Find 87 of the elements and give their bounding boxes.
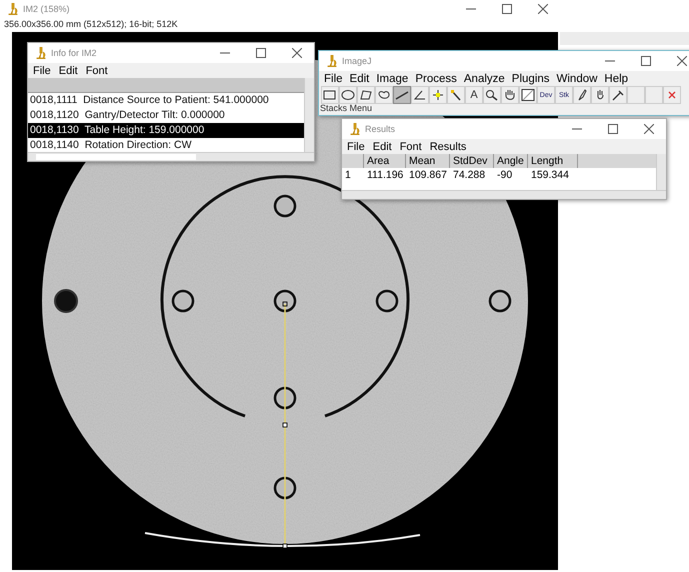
- menu-item[interactable]: File: [324, 72, 343, 84]
- microscope-icon: [327, 55, 337, 67]
- freehand-icon: [377, 89, 391, 101]
- close-icon[interactable]: [644, 124, 654, 134]
- info-row[interactable]: 0018,1120 Gantry/Detector Tilt: 0.000000: [28, 108, 304, 123]
- polygon-tool-button[interactable]: [357, 86, 375, 104]
- menu-item[interactable]: Analyze: [464, 72, 505, 84]
- maximize-icon[interactable]: [502, 4, 512, 14]
- wand-tool-button[interactable]: [447, 86, 465, 104]
- phantom-hole: [274, 476, 296, 500]
- info-row[interactable]: 0018,1130 Table Height: 159.000000: [28, 123, 304, 138]
- wand-icon: [449, 89, 463, 101]
- hand-tool-button[interactable]: [501, 86, 519, 104]
- menu-item[interactable]: File: [347, 140, 365, 152]
- column-header[interactable]: Area: [364, 154, 406, 168]
- column-header[interactable]: StdDev: [450, 154, 494, 168]
- maximize-icon[interactable]: [608, 124, 618, 134]
- zoom-tool-button[interactable]: [483, 86, 501, 104]
- maximize-icon[interactable]: [641, 56, 651, 66]
- blob-tool-button[interactable]: [591, 86, 609, 104]
- menu-item[interactable]: Edit: [58, 64, 78, 76]
- pipette-tool-button[interactable]: [609, 86, 627, 104]
- menu-item[interactable]: Results: [430, 140, 466, 152]
- column-header[interactable]: Mean: [406, 154, 450, 168]
- window-title: ImageJ: [342, 56, 373, 66]
- image-info-text: 356.00x356.00 mm (512x512); 16-bit; 512K: [3, 18, 179, 31]
- text-tool-button[interactable]: A: [465, 86, 483, 104]
- menu-item[interactable]: Help: [604, 72, 628, 84]
- maximize-icon[interactable]: [256, 48, 266, 58]
- line-selection[interactable]: [282, 302, 288, 548]
- menu-item[interactable]: Edit: [372, 140, 392, 152]
- window-title: Results: [365, 124, 396, 134]
- hand-icon: [503, 89, 517, 101]
- menu-item[interactable]: Image: [376, 72, 408, 84]
- rect-tool-button[interactable]: [321, 86, 339, 104]
- phantom-hole: [274, 194, 296, 218]
- menu-item[interactable]: Font: [86, 64, 108, 76]
- microscope-icon: [8, 3, 18, 15]
- phantom-hole: [274, 386, 296, 410]
- angle-tool-button[interactable]: [411, 86, 429, 104]
- table-cell-text: 111.196: [366, 168, 404, 182]
- close-icon[interactable]: [292, 48, 302, 58]
- phantom-hole: [376, 290, 398, 312]
- microscope-icon: [350, 123, 360, 135]
- info-row[interactable]: 0018,1140 Rotation Direction: CW: [28, 138, 304, 152]
- window-title: IM2 (158%): [23, 4, 71, 14]
- table-cell-text: 1: [344, 168, 352, 182]
- polygon-icon: [359, 89, 373, 101]
- scrollbar[interactable]: [656, 154, 666, 190]
- phantom-hole: [488, 290, 512, 312]
- microscope-icon: [36, 47, 46, 59]
- phantom-hole: [274, 290, 296, 312]
- color-tool-button[interactable]: [519, 86, 537, 104]
- point-icon: [431, 89, 445, 101]
- table-cell-text: 159.344: [530, 168, 570, 182]
- scrollbar[interactable]: [304, 78, 314, 152]
- close-tool-button[interactable]: [663, 86, 681, 104]
- menu-item[interactable]: Edit: [350, 72, 370, 84]
- line-icon: [395, 89, 409, 101]
- oval-icon: [341, 89, 355, 101]
- angle-icon: [413, 89, 427, 101]
- horizontal-scrollbar[interactable]: [342, 190, 666, 199]
- menu-item[interactable]: Window: [556, 72, 598, 84]
- table-cell-text: -90: [496, 168, 514, 182]
- menu-item[interactable]: Font: [400, 140, 422, 152]
- rect-icon: [323, 89, 337, 101]
- menu-item[interactable]: Process: [415, 72, 457, 84]
- line-tool-button[interactable]: [393, 86, 411, 104]
- table-cell-text: 74.288: [452, 168, 486, 182]
- zoom-icon: [485, 89, 499, 101]
- table-cell-text: 109.867: [408, 168, 448, 182]
- menu-item[interactable]: File: [33, 64, 51, 76]
- phantom-hole: [172, 290, 194, 312]
- window-title: Info for IM2: [51, 48, 98, 58]
- freehand-tool-button[interactable]: [375, 86, 393, 104]
- point-tool-button[interactable]: [429, 86, 447, 104]
- oval-tool-button[interactable]: [339, 86, 357, 104]
- brush-tool-button[interactable]: [573, 86, 591, 104]
- close-icon[interactable]: [677, 56, 687, 66]
- column-header[interactable]: Length: [528, 154, 578, 168]
- horizontal-scrollbar[interactable]: [28, 152, 314, 161]
- status-text: Stacks Menu: [319, 104, 374, 113]
- color-icon: [521, 89, 535, 101]
- info-row[interactable]: 0018,1111 Distance Source to Patient: 541.000000: [28, 93, 304, 108]
- column-header[interactable]: Angle: [494, 154, 528, 168]
- menu-item[interactable]: Plugins: [512, 72, 550, 84]
- close-icon[interactable]: [538, 4, 548, 14]
